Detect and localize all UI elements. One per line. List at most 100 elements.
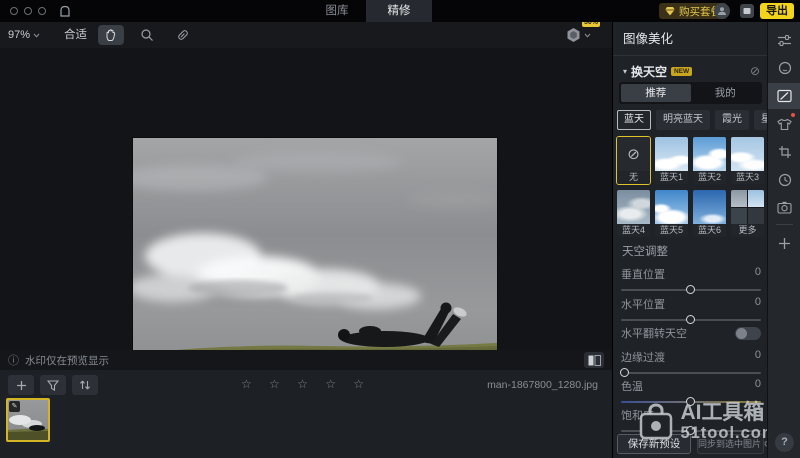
slider-track[interactable] — [621, 319, 761, 321]
tshirt-icon — [777, 118, 792, 131]
sky-preset-6[interactable]: 蓝天6 — [692, 189, 727, 238]
flip-sky-toggle[interactable] — [735, 327, 761, 340]
sky-preset-none[interactable]: ⊘ 无 — [616, 136, 651, 185]
paperclip-icon — [176, 28, 190, 42]
user-avatar[interactable] — [714, 3, 730, 19]
slider-track[interactable] — [621, 401, 761, 403]
diamond-icon — [665, 7, 675, 16]
slider-handle[interactable] — [686, 315, 695, 324]
sliders-icon — [777, 34, 792, 47]
sky-thumbnail — [731, 137, 764, 171]
sort-button[interactable] — [72, 375, 98, 395]
quality-select[interactable] — [566, 27, 591, 43]
tab-gallery[interactable]: 图库 — [308, 0, 366, 22]
sky-preset-3[interactable]: 蓝天3 — [730, 136, 765, 185]
help-button[interactable]: ? — [775, 433, 794, 452]
camera-icon — [777, 201, 792, 214]
sync-selected-button[interactable]: 同步到选中图片 ⚙ — [697, 434, 764, 454]
compare-icon — [588, 355, 601, 366]
clothing-tool-button[interactable] — [768, 111, 800, 137]
flip-sky-row: 水平翻转天空 — [621, 325, 761, 341]
slider-vertical-position: 垂直位置 0 — [621, 266, 761, 291]
sky-preset-4[interactable]: 蓝天4 — [616, 189, 651, 238]
clock-icon — [778, 173, 792, 187]
zoom-level-select[interactable]: 97% — [8, 22, 40, 48]
tab-retouch[interactable]: 精修 — [366, 0, 432, 22]
slider-handle[interactable] — [686, 397, 695, 406]
chevron-down-icon — [584, 33, 591, 38]
beauty-tool-button[interactable] — [768, 55, 800, 81]
magnifier-icon — [140, 28, 154, 42]
sky-thumbnail — [693, 137, 726, 171]
sky-preset-more[interactable]: 更多 — [730, 189, 765, 238]
none-icon: ⊘ — [617, 137, 650, 171]
sky-thumbnail — [655, 190, 688, 224]
app-window: 图库 精修 购买套餐 导出 97% 合适 — [0, 0, 800, 458]
chip-bright-blue-sky[interactable]: 明亮蓝天 — [656, 110, 710, 130]
film-strip: ☆ ☆ ☆ ☆ ☆ man-1867800_1280.jpg ✎ — [0, 370, 612, 458]
toolbar-divider — [776, 224, 793, 225]
slider-value: 0 — [755, 407, 761, 423]
message-icon[interactable] — [740, 4, 754, 18]
compare-button[interactable] — [584, 352, 604, 368]
canvas-area[interactable] — [0, 48, 612, 350]
save-preset-button[interactable]: 保存新预设 — [617, 434, 691, 454]
chevron-down-icon — [33, 33, 40, 38]
hand-icon — [104, 28, 118, 42]
fit-view-button[interactable]: 合适 — [64, 22, 87, 48]
slider-track[interactable] — [621, 289, 761, 291]
slider-value: 0 — [755, 349, 761, 365]
image-enhance-button[interactable] — [768, 83, 800, 109]
watermark-notice-text: 水印仅在预览显示 — [25, 353, 109, 368]
preset-source-tabs: 推荐 我的 — [619, 82, 762, 104]
title-bar: 图库 精修 购买套餐 导出 — [0, 0, 800, 22]
slider-value: 0 — [755, 378, 761, 394]
window-minimize-button[interactable] — [24, 7, 32, 15]
tab-recommended[interactable]: 推荐 — [621, 84, 691, 102]
sky-category-chips: 蓝天 明亮蓝天 霞光 星空 — [617, 110, 766, 130]
filmstrip-thumbnail[interactable]: ✎ — [6, 398, 50, 442]
sky-preset-2[interactable]: 蓝天2 — [692, 136, 727, 185]
crop-tool-button[interactable] — [768, 139, 800, 165]
panel-footer: 保存新预设 同步到选中图片 ⚙ — [613, 432, 768, 458]
info-icon: ⓘ — [8, 352, 19, 368]
chip-blue-sky[interactable]: 蓝天 — [617, 110, 651, 130]
edited-badge-icon: ✎ — [9, 401, 20, 412]
window-close-button[interactable] — [10, 7, 18, 15]
sort-icon — [79, 379, 91, 391]
sky-section-header[interactable]: ▾ 换天空 NEW ⊘ — [623, 62, 760, 80]
zoom-tool-button[interactable] — [134, 25, 160, 45]
hand-tool-button[interactable] — [98, 25, 124, 45]
snapshot-tool-button[interactable] — [768, 194, 800, 220]
image-enhance-icon — [777, 89, 792, 103]
filter-button[interactable] — [40, 375, 66, 395]
slider-value: 0 — [755, 266, 761, 282]
window-zoom-button[interactable] — [38, 7, 46, 15]
more-presets-icon — [731, 190, 764, 224]
sky-preset-5[interactable]: 蓝天5 — [654, 189, 689, 238]
history-tool-button[interactable] — [768, 167, 800, 193]
face-icon — [778, 61, 792, 75]
adjust-tool-button[interactable] — [768, 27, 800, 53]
hexagon-icon — [566, 27, 581, 43]
reset-icon[interactable]: ⊘ — [750, 64, 760, 78]
plus-icon — [778, 237, 791, 250]
slider-handle[interactable] — [686, 285, 695, 294]
funnel-icon — [47, 380, 59, 391]
home-icon[interactable] — [58, 4, 72, 18]
panel-title: 图像美化 — [613, 22, 768, 56]
export-button[interactable]: 导出 — [760, 3, 794, 19]
slider-track[interactable] — [621, 372, 761, 374]
toggle-knob — [736, 328, 747, 339]
add-image-button[interactable] — [8, 375, 34, 395]
watermark-notice-bar: ⓘ 水印仅在预览显示 — [0, 350, 612, 370]
caret-down-icon: ▾ — [623, 67, 627, 76]
tab-mine[interactable]: 我的 — [691, 84, 761, 102]
chip-sunset-glow[interactable]: 霞光 — [715, 110, 749, 130]
add-feature-button[interactable] — [768, 230, 800, 256]
slider-handle[interactable] — [620, 368, 629, 377]
sky-preset-1[interactable]: 蓝天1 — [654, 136, 689, 185]
clip-tool-button[interactable] — [170, 25, 196, 45]
current-filename: man-1867800_1280.jpg — [487, 379, 598, 391]
crop-icon — [778, 145, 792, 159]
